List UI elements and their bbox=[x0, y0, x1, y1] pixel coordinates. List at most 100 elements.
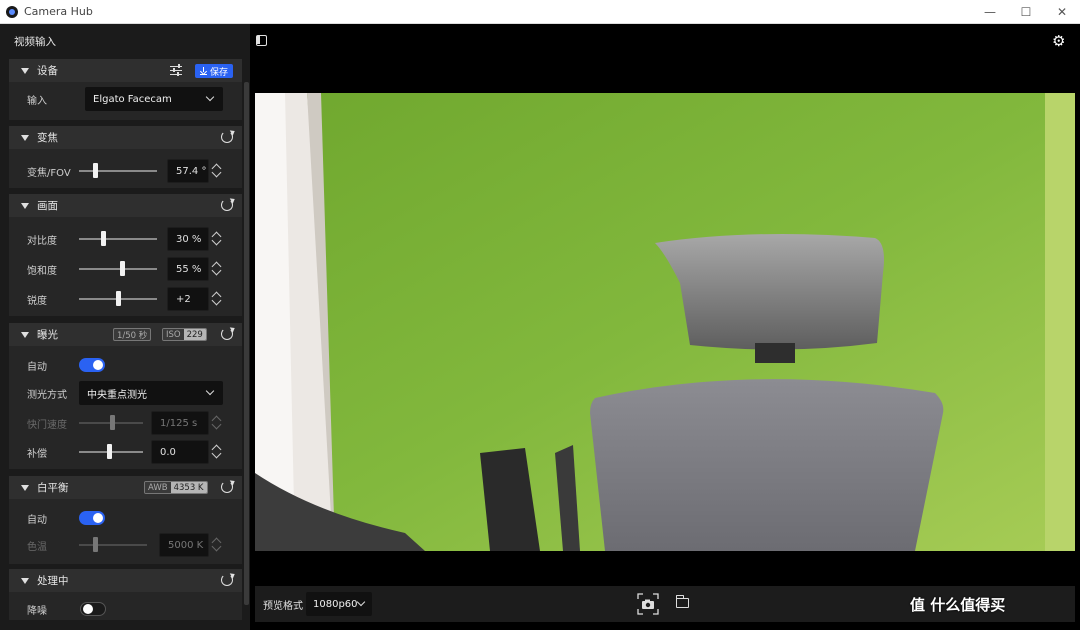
saturation-slider[interactable] bbox=[79, 261, 157, 276]
temperature-stepper[interactable] bbox=[211, 533, 225, 557]
iso-badge: ISO 229 bbox=[162, 328, 207, 341]
slider-handle[interactable] bbox=[101, 231, 106, 246]
title-bar: Camera Hub — ☐ ✕ bbox=[0, 0, 1080, 24]
temperature-field[interactable]: 5000 K bbox=[159, 533, 209, 557]
preview-format-value: 1080p60 bbox=[313, 598, 358, 610]
toggle-sidebar-icon[interactable] bbox=[256, 35, 267, 46]
slider-handle[interactable] bbox=[120, 261, 125, 276]
shutter-badge: 1/50 秒 bbox=[113, 328, 152, 341]
collapse-triangle-icon[interactable] bbox=[21, 331, 29, 338]
sharpness-stepper[interactable] bbox=[211, 287, 225, 311]
saturation-value-field[interactable]: 55 % bbox=[167, 257, 209, 281]
collapse-triangle-icon[interactable] bbox=[21, 484, 29, 491]
compensation-stepper[interactable] bbox=[211, 440, 225, 464]
collapse-triangle-icon[interactable] bbox=[21, 134, 29, 141]
collapse-triangle-icon[interactable] bbox=[21, 577, 29, 584]
white-balance-title: 白平衡 bbox=[37, 482, 69, 494]
compensation-field[interactable]: 0.0 bbox=[151, 440, 209, 464]
download-icon bbox=[199, 67, 207, 75]
bottom-toolbar: 预览格式 1080p60 值 什么值得买 bbox=[255, 586, 1075, 622]
main-area: ⚙ 预览格式 1080p60 值 什么值得买 bbox=[250, 24, 1080, 630]
watermark-text: 值 什么值得买 bbox=[910, 595, 1006, 614]
reset-icon[interactable] bbox=[221, 199, 233, 211]
chevron-down-icon bbox=[356, 597, 366, 607]
snapshot-button[interactable] bbox=[637, 593, 659, 615]
sidebar-scrollbar[interactable] bbox=[244, 82, 249, 610]
temperature-slider[interactable] bbox=[79, 537, 147, 552]
input-device-value: Elgato Facecam bbox=[93, 93, 172, 105]
contrast-slider[interactable] bbox=[79, 231, 157, 246]
reset-icon[interactable] bbox=[221, 481, 233, 493]
save-label: 保存 bbox=[209, 67, 228, 78]
scrollbar-thumb[interactable] bbox=[244, 82, 249, 605]
collapse-triangle-icon[interactable] bbox=[21, 67, 29, 74]
slider-handle[interactable] bbox=[110, 415, 115, 430]
picture-section-header[interactable]: 画面 bbox=[9, 194, 242, 217]
picture-title: 画面 bbox=[37, 200, 58, 212]
input-device-select[interactable]: Elgato Facecam bbox=[85, 87, 223, 111]
noise-reduction-label: 降噪 bbox=[27, 605, 47, 617]
fov-stepper[interactable] bbox=[211, 159, 225, 183]
gear-icon[interactable]: ⚙ bbox=[1052, 34, 1066, 49]
metering-select[interactable]: 中央重点测光 bbox=[79, 381, 223, 405]
white-balance-section-header[interactable]: 白平衡 AWB 4353 K bbox=[9, 476, 242, 499]
collapse-triangle-icon[interactable] bbox=[21, 202, 29, 209]
shutter-speed-stepper[interactable] bbox=[211, 411, 225, 435]
slider-handle[interactable] bbox=[107, 444, 112, 459]
sidebar-header: 视频输入 bbox=[14, 35, 56, 48]
sharpness-value-field[interactable]: +2 bbox=[167, 287, 209, 311]
device-section-header[interactable]: 设备 保存 bbox=[9, 59, 242, 82]
maximize-button[interactable]: ☐ bbox=[1008, 0, 1044, 24]
reset-icon[interactable] bbox=[221, 131, 233, 143]
saturation-label: 饱和度 bbox=[27, 265, 57, 277]
wb-auto-toggle[interactable] bbox=[79, 511, 105, 525]
iso-value: 229 bbox=[183, 329, 206, 340]
device-title: 设备 bbox=[37, 65, 58, 77]
shutter-speed-field[interactable]: 1/125 s bbox=[151, 411, 209, 435]
compensation-slider[interactable] bbox=[79, 444, 143, 459]
shutter-speed-slider[interactable] bbox=[79, 415, 143, 430]
exposure-auto-toggle[interactable] bbox=[79, 358, 105, 372]
slider-handle[interactable] bbox=[93, 163, 98, 178]
camera-preview bbox=[255, 93, 1075, 551]
zoom-section-header[interactable]: 变焦 bbox=[9, 126, 242, 149]
fov-slider[interactable] bbox=[79, 163, 157, 178]
contrast-value-field[interactable]: 30 % bbox=[167, 227, 209, 251]
slider-handle[interactable] bbox=[116, 291, 121, 306]
contrast-label: 对比度 bbox=[27, 235, 57, 247]
watermark: 值 什么值得买 bbox=[910, 586, 1075, 622]
close-button[interactable]: ✕ bbox=[1044, 0, 1080, 24]
sidebar: 视频输入 设备 保存 输入 Elgato Facecam 变焦 变焦/FOV 5… bbox=[0, 24, 250, 630]
metering-value: 中央重点测光 bbox=[87, 389, 147, 401]
sharpness-label: 锐度 bbox=[27, 295, 47, 307]
metering-label: 测光方式 bbox=[27, 389, 67, 401]
compensation-label: 补偿 bbox=[27, 448, 47, 460]
awb-value: 4353 K bbox=[170, 482, 207, 493]
fov-value-field[interactable]: 57.4 ° bbox=[167, 159, 209, 183]
slider-handle[interactable] bbox=[93, 537, 98, 552]
noise-reduction-toggle[interactable] bbox=[80, 602, 106, 616]
reset-icon[interactable] bbox=[221, 574, 233, 586]
folder-icon[interactable] bbox=[676, 595, 689, 608]
exposure-section: 曝光 1/50 秒 ISO 229 自动 测光方式 中央重点测光 快门速度 1/… bbox=[9, 323, 242, 469]
exposure-section-header[interactable]: 曝光 1/50 秒 ISO 229 bbox=[9, 323, 242, 346]
exposure-auto-label: 自动 bbox=[27, 361, 47, 373]
preview-format-label: 预览格式 bbox=[263, 600, 303, 612]
temperature-label: 色温 bbox=[27, 541, 47, 553]
adjust-sliders-icon[interactable] bbox=[170, 64, 182, 76]
white-balance-section: 白平衡 AWB 4353 K 自动 色温 5000 K bbox=[9, 476, 242, 564]
processing-section-header[interactable]: 处理中 bbox=[9, 569, 242, 592]
save-button[interactable]: 保存 bbox=[194, 64, 233, 78]
awb-key: AWB bbox=[145, 482, 171, 493]
processing-title: 处理中 bbox=[37, 575, 69, 587]
sharpness-slider[interactable] bbox=[79, 291, 157, 306]
preview-format-select[interactable]: 1080p60 bbox=[306, 592, 372, 616]
zoom-section: 变焦 变焦/FOV 57.4 ° bbox=[9, 126, 242, 188]
minimize-button[interactable]: — bbox=[972, 0, 1008, 24]
saturation-stepper[interactable] bbox=[211, 257, 225, 281]
reset-icon[interactable] bbox=[221, 328, 233, 340]
processing-section: 处理中 降噪 bbox=[9, 569, 242, 620]
camera-preview-image bbox=[255, 93, 1075, 551]
contrast-stepper[interactable] bbox=[211, 227, 225, 251]
device-section: 设备 保存 输入 Elgato Facecam bbox=[9, 59, 242, 120]
